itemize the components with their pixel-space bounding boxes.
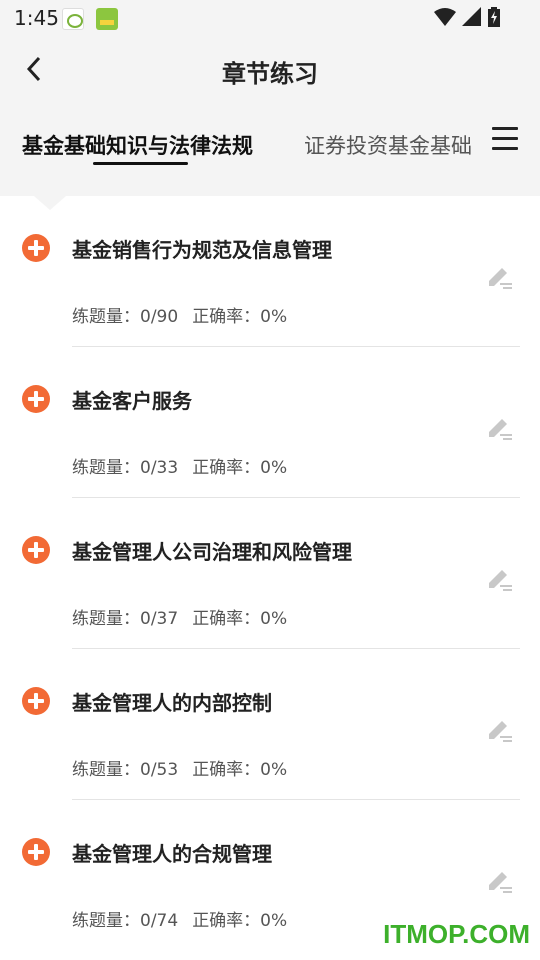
nav-bar: 章节练习 xyxy=(0,40,540,100)
expand-plus-icon[interactable] xyxy=(22,687,50,715)
chapter-title: 基金管理人的内部控制 xyxy=(72,691,272,715)
status-bar: 1:45 xyxy=(0,0,540,36)
app-notification-icon-2 xyxy=(96,8,118,30)
signal-icon xyxy=(462,7,481,26)
list-item[interactable]: 基金销售行为规范及信息管理 练题量：0/90 正确率：0% xyxy=(0,196,540,347)
system-icons xyxy=(434,7,500,27)
practice-count: 练题量：0/33 xyxy=(72,458,179,478)
expand-plus-icon[interactable] xyxy=(22,838,50,866)
accuracy-rate: 正确率：0% xyxy=(192,458,288,478)
tab-fund-law[interactable]: 基金基础知识与法律法规 xyxy=(22,130,253,160)
accuracy-rate: 正确率：0% xyxy=(192,307,288,327)
chapter-stats: 练题量：0/33 正确率：0% xyxy=(72,453,287,478)
edit-pencil-icon[interactable] xyxy=(486,566,514,594)
list-item[interactable]: 基金客户服务 练题量：0/33 正确率：0% xyxy=(0,347,540,498)
tab-securities-fund[interactable]: 证券投资基金基础 xyxy=(304,130,472,160)
edit-pencil-icon[interactable] xyxy=(486,717,514,745)
page-title: 章节练习 xyxy=(222,60,318,88)
chapter-stats: 练题量：0/74 正确率：0% xyxy=(72,906,287,931)
accuracy-rate: 正确率：0% xyxy=(192,911,288,931)
chapter-title: 基金管理人公司治理和风险管理 xyxy=(72,540,352,564)
chapter-stats: 练题量：0/53 正确率：0% xyxy=(72,755,287,780)
chapter-title: 基金管理人的合规管理 xyxy=(72,842,272,866)
status-time: 1:45 xyxy=(14,6,59,30)
expand-plus-icon[interactable] xyxy=(22,536,50,564)
app-notification-icon xyxy=(62,8,84,30)
edit-pencil-icon[interactable] xyxy=(486,415,514,443)
chapter-list: 基金销售行为规范及信息管理 练题量：0/90 正确率：0% 基金客户服务 练题量：… xyxy=(0,196,540,951)
practice-count: 练题量：0/53 xyxy=(72,760,179,780)
list-item[interactable]: 基金管理人的内部控制 练题量：0/53 正确率：0% xyxy=(0,649,540,800)
chapter-title: 基金客户服务 xyxy=(72,389,192,413)
accuracy-rate: 正确率：0% xyxy=(192,609,288,629)
wifi-icon xyxy=(434,8,456,26)
chapter-stats: 练题量：0/37 正确率：0% xyxy=(72,604,287,629)
edit-pencil-icon[interactable] xyxy=(486,264,514,292)
chapter-stats: 练题量：0/90 正确率：0% xyxy=(72,302,287,327)
expand-plus-icon[interactable] xyxy=(22,234,50,262)
chapter-title: 基金销售行为规范及信息管理 xyxy=(72,238,332,262)
list-item[interactable]: 基金管理人公司治理和风险管理 练题量：0/37 正确率：0% xyxy=(0,498,540,649)
tab-bar: 基金基础知识与法律法规 证券投资基金基础 xyxy=(0,120,540,172)
expand-plus-icon[interactable] xyxy=(22,385,50,413)
site-watermark: ITMOP.COM xyxy=(383,919,530,949)
practice-count: 练题量：0/90 xyxy=(72,307,179,327)
accuracy-rate: 正确率：0% xyxy=(192,760,288,780)
practice-count: 练题量：0/74 xyxy=(72,911,179,931)
battery-icon xyxy=(488,7,500,27)
practice-count: 练题量：0/37 xyxy=(72,609,179,629)
menu-icon[interactable] xyxy=(492,127,518,153)
active-tab-indicator xyxy=(93,162,188,165)
edit-pencil-icon[interactable] xyxy=(486,868,514,896)
